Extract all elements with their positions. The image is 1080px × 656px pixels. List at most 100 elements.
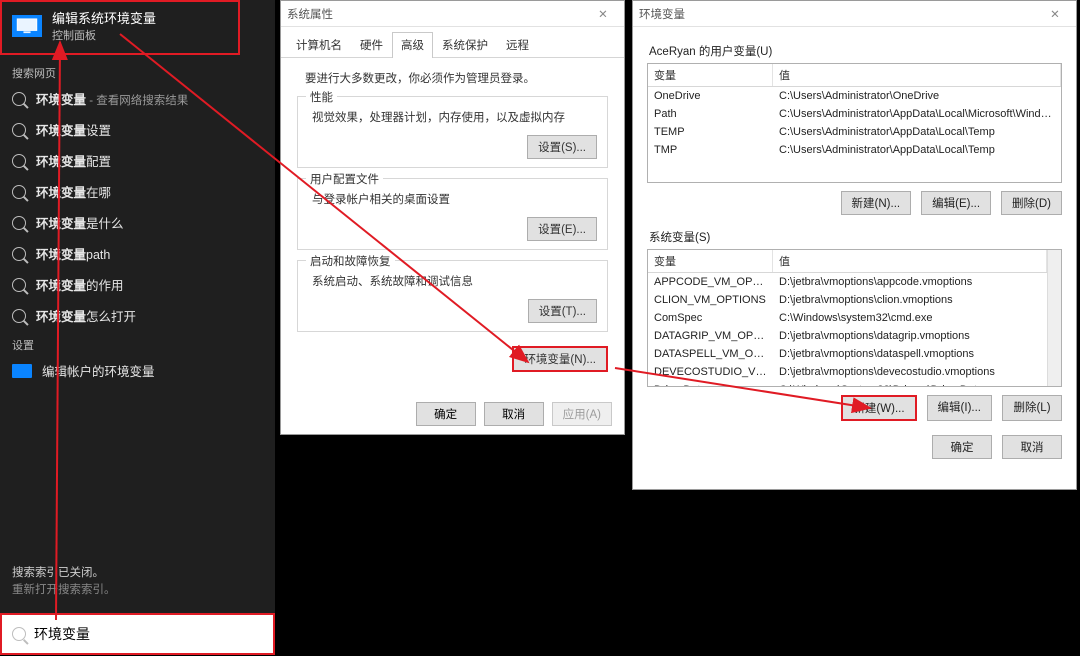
close-icon[interactable]: ✕ [1040,7,1070,21]
cell-val: C:\Users\Administrator\AppData\Local\Tem… [773,141,1061,159]
cell-val: C:\Users\Administrator\AppData\Local\Tem… [773,123,1061,141]
startup-desc: 系统启动、系统故障和调试信息 [312,273,597,289]
sys-new-button[interactable]: 新建(W)... [841,395,916,421]
table-row[interactable]: OneDriveC:\Users\Administrator\OneDrive [648,87,1061,105]
env-vars-dialog: 环境变量 ✕ AceRyan 的用户变量(U) 变量 值 OneDriveC:\… [632,0,1077,490]
table-row[interactable]: CLION_VM_OPTIONSD:\jetbra\vmoptions\clio… [648,291,1047,309]
search-suggestion[interactable]: 环境变量 - 查看网络搜索结果 [0,83,275,114]
sys-props-body: 要进行大多数更改，你必须作为管理员登录。 性能 视觉效果，处理器计划，内存使用，… [281,58,624,388]
user-vars-table[interactable]: 变量 值 OneDriveC:\Users\Administrator\OneD… [647,63,1062,183]
sys-props-titlebar[interactable]: 系统属性 ✕ [281,1,624,27]
col-value[interactable]: 值 [773,250,1047,272]
cell-var: DriverData [648,381,773,387]
settings-item-label: 编辑帐户的环境变量 [42,361,155,380]
sys-vars-table[interactable]: 变量 值 APPCODE_VM_OPTIONSD:\jetbra\vmoptio… [647,249,1062,387]
search-icon [12,247,26,261]
cell-val: C:\Users\Administrator\OneDrive [773,87,1061,105]
table-row[interactable]: DriverDataC:\Windows\System32\Drivers\Dr… [648,381,1047,387]
user-delete-button[interactable]: 删除(D) [1001,191,1062,215]
col-variable[interactable]: 变量 [648,64,773,86]
table-row[interactable]: TMPC:\Users\Administrator\AppData\Local\… [648,141,1061,159]
startup-settings-button[interactable]: 设置(T)... [528,299,597,323]
sys-delete-button[interactable]: 删除(L) [1002,395,1062,421]
search-suggestion[interactable]: 环境变量在哪 [0,176,275,207]
table-row[interactable]: PathC:\Users\Administrator\AppData\Local… [648,105,1061,123]
cell-var: Path [648,105,773,123]
user-vars-label: AceRyan 的用户变量(U) [649,43,1062,59]
tab-1[interactable]: 硬件 [351,32,392,58]
sys-vars-rows[interactable]: APPCODE_VM_OPTIONSD:\jetbra\vmoptions\ap… [648,273,1047,387]
search-box[interactable] [0,613,275,655]
cell-val: D:\jetbra\vmoptions\devecostudio.vmoptio… [773,363,1047,381]
search-suggestion[interactable]: 环境变量是什么 [0,207,275,238]
search-icon [12,123,26,137]
settings-suggestions: 编辑帐户的环境变量 [0,355,275,386]
table-row[interactable]: TEMPC:\Users\Administrator\AppData\Local… [648,123,1061,141]
ok-button[interactable]: 确定 [416,402,476,426]
col-value[interactable]: 值 [773,64,1061,86]
search-suggestion[interactable]: 环境变量path [0,238,275,269]
ok-button[interactable]: 确定 [932,435,992,459]
cell-val: D:\jetbra\vmoptions\clion.vmoptions [773,291,1047,309]
table-header: 变量 值 [648,250,1047,273]
cell-var: TEMP [648,123,773,141]
cell-var: TMP [648,141,773,159]
suggestion-label: 环境变量配置 [36,151,111,170]
profile-settings-button[interactable]: 设置(E)... [527,217,597,241]
startup-group: 启动和故障恢复 系统启动、系统故障和调试信息 设置(T)... [297,260,608,332]
user-new-button[interactable]: 新建(N)... [841,191,912,215]
suggestion-label: 环境变量怎么打开 [36,306,136,325]
section-web-label: 搜索网页 [0,59,275,83]
index-status: 搜索索引已关闭。 重新打开搜索索引。 [0,557,275,608]
table-header: 变量 值 [648,64,1061,87]
cancel-button[interactable]: 取消 [1002,435,1062,459]
table-row[interactable]: DATAGRIP_VM_OPTIONSD:\jetbra\vmoptions\d… [648,327,1047,345]
tab-2[interactable]: 高级 [392,32,433,58]
env-vars-title: 环境变量 [639,6,685,22]
env-vars-titlebar[interactable]: 环境变量 ✕ [633,1,1076,27]
settings-item-env-account[interactable]: 编辑帐户的环境变量 [0,355,275,386]
table-row[interactable]: DEVECOSTUDIO_VM_OPT...D:\jetbra\vmoption… [648,363,1047,381]
perf-desc: 视觉效果，处理器计划，内存使用，以及虚拟内存 [312,109,597,125]
user-vars-rows[interactable]: OneDriveC:\Users\Administrator\OneDriveP… [648,87,1061,159]
close-icon[interactable]: ✕ [588,7,618,21]
tab-4[interactable]: 远程 [497,32,538,58]
search-suggestion[interactable]: 环境变量设置 [0,114,275,145]
sys-edit-button[interactable]: 编辑(I)... [927,395,992,421]
search-top-result[interactable]: 编辑系统环境变量 控制面板 [0,0,240,55]
sys-vars-label: 系统变量(S) [649,229,1062,245]
perf-settings-button[interactable]: 设置(S)... [527,135,597,159]
search-input[interactable] [34,626,263,642]
env-vars-button[interactable]: 环境变量(N)... [512,346,608,372]
tab-0[interactable]: 计算机名 [287,32,351,58]
table-row[interactable]: APPCODE_VM_OPTIONSD:\jetbra\vmoptions\ap… [648,273,1047,291]
user-edit-button[interactable]: 编辑(E)... [921,191,991,215]
cell-val: C:\Users\Administrator\AppData\Local\Mic… [773,105,1061,123]
suggestion-label: 环境变量是什么 [36,213,124,232]
index-off-text: 搜索索引已关闭。 [12,565,263,582]
table-row[interactable]: ComSpecC:\Windows\system32\cmd.exe [648,309,1047,327]
search-icon [12,185,26,199]
cell-var: CLION_VM_OPTIONS [648,291,773,309]
search-suggestion[interactable]: 环境变量怎么打开 [0,300,275,331]
search-suggestion[interactable]: 环境变量配置 [0,145,275,176]
cell-var: DATASPELL_VM_OPTIONS [648,345,773,363]
scrollbar[interactable] [1047,250,1061,387]
user-vars-buttons: 新建(N)... 编辑(E)... 删除(D) [647,191,1062,215]
search-icon [12,216,26,230]
col-variable[interactable]: 变量 [648,250,773,272]
sys-props-tabs: 计算机名硬件高级系统保护远程 [281,27,624,58]
search-icon [12,278,26,292]
tab-3[interactable]: 系统保护 [433,32,497,58]
suggestion-label: 环境变量的作用 [36,275,124,294]
search-icon [12,154,26,168]
table-row[interactable]: DATASPELL_VM_OPTIONSD:\jetbra\vmoptions\… [648,345,1047,363]
cell-var: APPCODE_VM_OPTIONS [648,273,773,291]
profile-legend: 用户配置文件 [306,171,383,187]
cell-val: C:\Windows\System32\Drivers\DriverData [773,381,1047,387]
cell-val: D:\jetbra\vmoptions\dataspell.vmoptions [773,345,1047,363]
index-reopen-link[interactable]: 重新打开搜索索引。 [12,582,263,599]
search-icon [12,92,26,106]
search-suggestion[interactable]: 环境变量的作用 [0,269,275,300]
cancel-button[interactable]: 取消 [484,402,544,426]
